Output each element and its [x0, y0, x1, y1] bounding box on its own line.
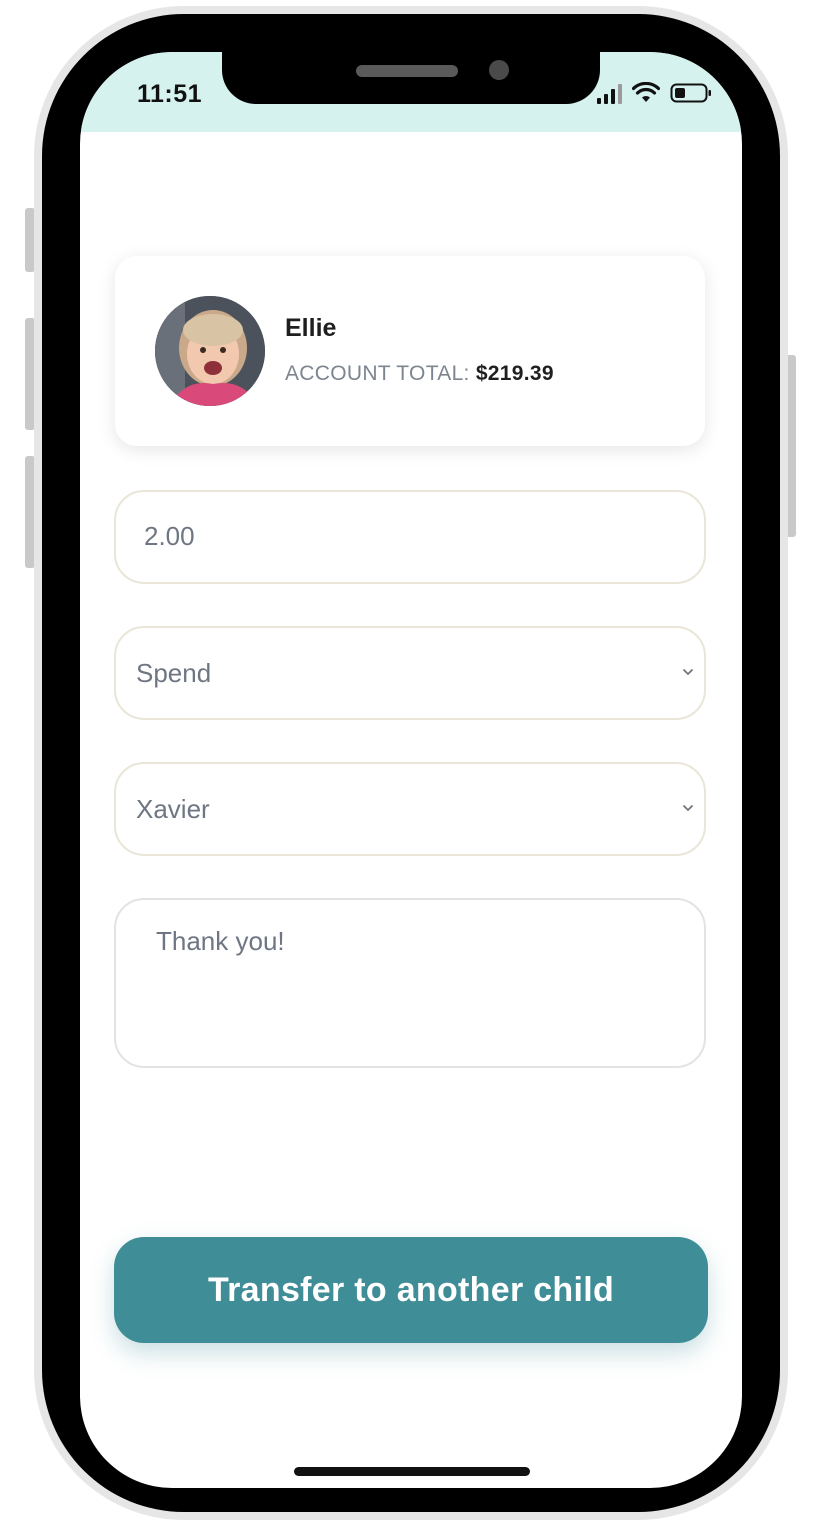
chevron-down-icon	[683, 805, 693, 811]
chevron-down-icon	[683, 669, 693, 675]
account-total-label: ACCOUNT TOTAL:	[285, 362, 470, 385]
note-text: Thank you!	[156, 926, 285, 956]
account-total-value: $219.39	[475, 362, 554, 385]
front-camera	[489, 60, 509, 80]
account-type-select[interactable]: Spend	[114, 626, 706, 720]
status-time: 11:51	[137, 80, 203, 108]
phone-frame: 11:51 Ellie ACCOUNT TOTAL: $219.39 2.00 …	[34, 6, 788, 1520]
child-name: Ellie	[285, 314, 337, 342]
transfer-button[interactable]: Transfer to another child	[114, 1237, 708, 1343]
battery-icon	[670, 82, 712, 104]
signal-icon	[597, 84, 622, 104]
status-icons	[597, 82, 712, 104]
phone-notch	[222, 52, 600, 104]
recipient-select[interactable]: Xavier	[114, 762, 706, 856]
phone-mockup: 11:51 Ellie ACCOUNT TOTAL: $219.39 2.00 …	[0, 0, 816, 1526]
recipient-value: Xavier	[136, 794, 210, 824]
child-profile-card: Ellie ACCOUNT TOTAL: $219.39	[115, 256, 705, 446]
home-indicator[interactable]	[294, 1467, 530, 1476]
account-total: ACCOUNT TOTAL: $219.39	[285, 362, 554, 386]
speaker-grille	[356, 65, 458, 77]
phone-bezel: 11:51 Ellie ACCOUNT TOTAL: $219.39 2.00 …	[42, 14, 780, 1512]
note-textarea[interactable]: Thank you!	[114, 898, 706, 1068]
avatar	[155, 296, 265, 406]
amount-field[interactable]	[114, 490, 706, 584]
wifi-icon	[632, 82, 660, 104]
amount-input[interactable]	[142, 520, 666, 553]
phone-screen: 11:51 Ellie ACCOUNT TOTAL: $219.39 2.00 …	[80, 52, 742, 1488]
account-type-value: Spend	[136, 658, 212, 688]
